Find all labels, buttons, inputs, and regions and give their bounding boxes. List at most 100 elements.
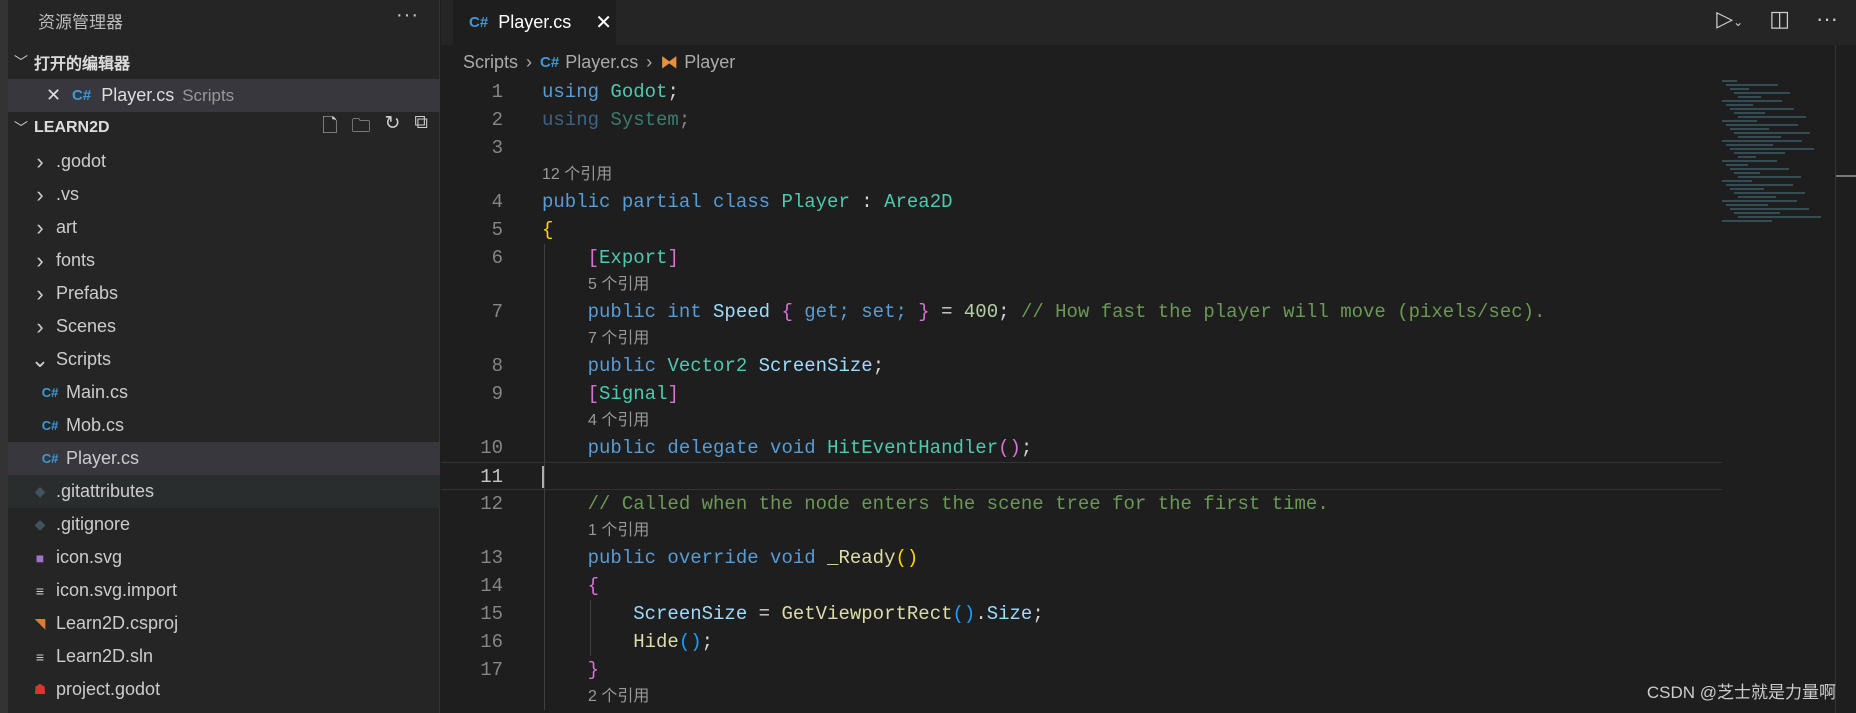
codelens-references[interactable]: 2 个引用 (441, 684, 1722, 710)
godot-icon: ☗ (33, 681, 47, 697)
line-number: 5 (491, 219, 503, 241)
code-token: ] (667, 383, 679, 405)
tree-item-label: Learn2D.csproj (56, 613, 179, 633)
code-line[interactable]: 16 Hide(); (441, 628, 1722, 656)
minimap[interactable] (1722, 78, 1832, 248)
tree-item[interactable]: ◆ .gitignore (8, 508, 440, 541)
tab-player-cs[interactable]: C# Player.cs ✕ (453, 0, 616, 45)
tree-item[interactable]: ■ icon.svg (8, 541, 440, 574)
tree-item-label: Main.cs (66, 382, 129, 402)
run-debug-icon[interactable]: ▷⌄ (1716, 6, 1743, 32)
close-tab-icon[interactable]: ✕ (595, 10, 612, 35)
explorer-sidebar: 资源管理器 ··· ﹀ 打开的编辑器 ✕ C# Player.cs Script… (8, 0, 440, 713)
code-token: Godot (610, 81, 668, 103)
refresh-icon[interactable]: ↻ (385, 112, 401, 144)
tree-item[interactable]: ≡ icon.svg.import (8, 574, 440, 607)
chevron-right-icon: › (36, 148, 44, 174)
line-number: 13 (480, 547, 503, 569)
codelens-references[interactable]: 12 个引用 (441, 162, 1722, 188)
tree-item[interactable]: ⌄ Scripts (8, 343, 440, 376)
open-editors-header[interactable]: ﹀ 打开的编辑器 (8, 47, 440, 77)
code-token: using (542, 109, 600, 131)
code-token: Vector2 (667, 355, 759, 377)
tree-item[interactable]: ≡ Learn2D.sln (8, 640, 440, 673)
tree-item-label: Scripts (56, 349, 112, 369)
code-line[interactable]: 8 public Vector2 ScreenSize; (441, 352, 1722, 380)
close-icon[interactable]: ✕ (46, 85, 72, 106)
code-line[interactable]: 13 public override void _Ready() (441, 544, 1722, 572)
code-text: [Export] (542, 244, 679, 272)
tree-item[interactable]: › Scenes (8, 310, 440, 343)
open-editor-item[interactable]: ✕ C# Player.cs Scripts (8, 79, 440, 112)
breadcrumb-file[interactable]: Player.cs (565, 52, 638, 73)
more-actions-icon[interactable]: ··· (1816, 6, 1838, 32)
more-actions-button[interactable]: ··· (396, 4, 419, 27)
code-line[interactable]: 14 { (441, 572, 1722, 600)
code-line[interactable]: 6 [Export] (441, 244, 1722, 272)
explorer-title: 资源管理器 (38, 13, 123, 32)
collapse-all-icon[interactable]: ⧉ (414, 112, 428, 144)
code-line[interactable]: 9 [Signal] (441, 380, 1722, 408)
breadcrumb-symbol[interactable]: Player (684, 52, 735, 73)
tree-item-label: Player.cs (66, 448, 140, 468)
csharp-icon: C# (41, 451, 59, 466)
code-line[interactable]: 4 public partial class Player : Area2D (441, 188, 1722, 216)
code-token: 400 (963, 301, 999, 323)
tree-item[interactable]: ◥ Learn2D.csproj (8, 607, 440, 640)
code-line[interactable]: 10 public delegate void HitEventHandler(… (441, 434, 1722, 462)
code-line[interactable]: 15 ScreenSize = GetViewportRect().Size; (441, 600, 1722, 628)
codelens-references[interactable]: 1 个引用 (441, 518, 1722, 544)
tree-item[interactable]: C# Mob.cs (8, 409, 440, 442)
tree-item-label: .gitattributes (56, 481, 155, 501)
code-line[interactable]: 3 (441, 134, 1722, 162)
codelens-references[interactable]: 7 个引用 (441, 326, 1722, 352)
tree-item[interactable]: ◆ .gitattributes (8, 475, 440, 508)
code-line[interactable]: 17 } (441, 656, 1722, 684)
tree-item[interactable]: C# Player.cs (8, 442, 440, 475)
codelens-references[interactable]: 5 个引用 (441, 272, 1722, 298)
tab-label: Player.cs (498, 12, 572, 32)
code-line[interactable]: 5{ (441, 216, 1722, 244)
code-line[interactable]: 12 // Called when the node enters the sc… (441, 490, 1722, 518)
code-token: ScreenSize (758, 355, 873, 377)
split-editor-icon[interactable]: ◫ (1769, 6, 1790, 32)
code-token: public override void (587, 547, 828, 569)
tree-item[interactable]: › .godot (8, 145, 440, 178)
lines-icon: ≡ (35, 582, 45, 599)
code-line[interactable]: 1 using Godot; (441, 78, 1722, 106)
code-token: ( (998, 437, 1010, 459)
tree-item[interactable]: › art (8, 211, 440, 244)
tree-item[interactable]: › fonts (8, 244, 440, 277)
code-line[interactable]: 2 using System; (441, 106, 1722, 134)
code-token: () (678, 631, 702, 653)
code-token: { (781, 301, 793, 323)
code-line[interactable]: 11 (441, 462, 1722, 490)
vertical-scrollbar[interactable] (1835, 45, 1856, 713)
code-text: public override void _Ready() (542, 544, 919, 572)
code-token: ; (1020, 437, 1033, 459)
code-token: : (849, 191, 885, 213)
codelens-references[interactable]: 4 个引用 (441, 408, 1722, 434)
code-line[interactable]: 7 public int Speed { get; set; } = 400; … (441, 298, 1722, 326)
tree-item-label: Scenes (56, 316, 117, 336)
code-editor[interactable]: 1 using Godot; 2 using System; 3 12 个引用 4 publi… (441, 78, 1722, 710)
tree-item[interactable]: ☗ project.godot (8, 673, 440, 706)
tree-item[interactable]: › Prefabs (8, 277, 440, 310)
rss-icon: ◥ (34, 615, 46, 631)
line-number: 2 (491, 109, 503, 131)
line-number: 9 (491, 383, 503, 405)
tree-item-label: .godot (56, 151, 107, 171)
breadcrumb-folder[interactable]: Scripts (463, 52, 518, 73)
code-token: get; set; (792, 301, 919, 323)
project-header[interactable]: ﹀ LEARN2D 🗋 🗀 ↻ ⧉ (8, 112, 440, 144)
tree-item[interactable]: C# Main.cs (8, 376, 440, 409)
new-folder-icon[interactable]: 🗀 (351, 112, 370, 144)
code-token: ; (667, 81, 679, 103)
code-text: using System; (542, 106, 690, 134)
new-file-icon[interactable]: 🗋 (322, 112, 337, 144)
chevron-right-icon: › (526, 51, 533, 72)
csharp-file-icon: C# (469, 14, 489, 31)
tree-item[interactable]: › .vs (8, 178, 440, 211)
